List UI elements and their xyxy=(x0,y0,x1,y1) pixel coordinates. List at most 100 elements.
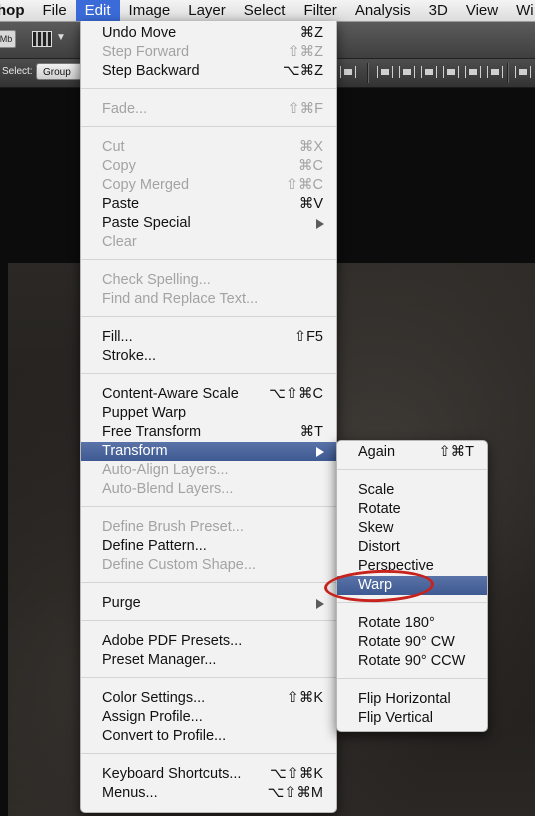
auto-select-dropdown[interactable]: Group xyxy=(36,63,82,80)
menu-item-label: Step Backward xyxy=(102,63,200,79)
menu-item-define-pattern[interactable]: Define Pattern... xyxy=(81,537,336,556)
align-icon[interactable] xyxy=(340,66,356,78)
shortcut-label: ⌥⇧⌘C xyxy=(269,386,323,402)
menu-item-preset-manager[interactable]: Preset Manager... xyxy=(81,651,336,670)
menubar-image[interactable]: Image xyxy=(120,0,180,21)
menu-item-define-brush: Define Brush Preset... xyxy=(81,518,336,537)
menu-item-assign-profile[interactable]: Assign Profile... xyxy=(81,708,336,727)
menu-item-label: Define Custom Shape... xyxy=(102,557,256,573)
menu-separator xyxy=(81,88,336,89)
menu-item-rotate-90-cw[interactable]: Rotate 90° CW xyxy=(337,633,487,652)
shortcut-label: ⇧⌘C xyxy=(285,177,323,193)
menu-item-label: Paste xyxy=(102,196,140,212)
menubar-layer[interactable]: Layer xyxy=(179,0,235,21)
distribute-center-icon[interactable] xyxy=(399,66,415,78)
menu-item-label: Free Transform xyxy=(102,424,202,440)
menu-item-keyboard-shortcuts[interactable]: Keyboard Shortcuts... ⌥⇧⌘K xyxy=(81,765,336,784)
menu-item-cut: Cut ⌘X xyxy=(81,138,336,157)
menu-item-label: Auto-Align Layers... xyxy=(102,462,229,478)
chevron-down-icon[interactable]: ▼ xyxy=(56,32,66,43)
menu-item-again[interactable]: Again ⇧⌘T xyxy=(337,443,487,462)
menubar-analysis[interactable]: Analysis xyxy=(346,0,420,21)
menu-item-pdf-presets[interactable]: Adobe PDF Presets... xyxy=(81,632,336,651)
menu-item-label: Clear xyxy=(102,234,137,250)
menu-separator xyxy=(81,259,336,260)
menubar-3d[interactable]: 3D xyxy=(420,0,457,21)
distribute-right-icon[interactable] xyxy=(487,66,503,78)
menu-item-label: Rotate 180° xyxy=(358,615,435,631)
menu-item-label: Scale xyxy=(358,482,395,498)
menu-item-convert-profile[interactable]: Convert to Profile... xyxy=(81,727,336,746)
distribute-left-icon[interactable] xyxy=(443,66,459,78)
menubar-file[interactable]: File xyxy=(34,0,76,21)
menu-separator xyxy=(81,316,336,317)
menu-item-label: Paste Special xyxy=(102,215,191,231)
menu-item-scale[interactable]: Scale xyxy=(337,481,487,500)
menu-separator xyxy=(81,582,336,583)
menu-item-rotate[interactable]: Rotate xyxy=(337,500,487,519)
menubar-edit[interactable]: Edit xyxy=(75,0,120,21)
toolbar-divider xyxy=(367,63,369,83)
menubar-app-name[interactable]: hop xyxy=(0,0,34,21)
menu-item-label: Copy xyxy=(102,158,136,174)
menu-item-distort[interactable]: Distort xyxy=(337,538,487,557)
menu-item-flip-horizontal[interactable]: Flip Horizontal xyxy=(337,690,487,709)
menubar-window[interactable]: Wi xyxy=(507,0,535,21)
menu-item-label: Undo Move xyxy=(102,25,177,41)
distribute-bottom-icon[interactable] xyxy=(421,66,437,78)
menu-item-label: Fill... xyxy=(102,329,133,345)
menu-item-label: Preset Manager... xyxy=(102,652,217,668)
menu-item-label: Stroke... xyxy=(102,348,156,364)
menu-item-skew[interactable]: Skew xyxy=(337,519,487,538)
shortcut-label: ⌥⇧⌘K xyxy=(269,766,323,782)
menu-item-transform[interactable]: Transform xyxy=(81,442,336,461)
menu-item-label: Fade... xyxy=(102,101,148,117)
menu-item-undo-move[interactable]: Undo Move ⌘Z xyxy=(81,24,336,43)
menu-item-label: Convert to Profile... xyxy=(102,728,227,744)
menu-item-label: Check Spelling... xyxy=(102,272,211,288)
menu-item-label: Again xyxy=(358,444,396,460)
menu-item-label: Skew xyxy=(358,520,394,536)
menu-item-label: Rotate 90° CCW xyxy=(358,653,466,669)
menu-item-step-backward[interactable]: Step Backward ⌥⌘Z xyxy=(81,62,336,81)
edit-menu: Undo Move ⌘Z Step Forward ⇧⌘Z Step Backwar… xyxy=(80,21,337,813)
menu-item-content-aware-scale[interactable]: Content-Aware Scale ⌥⇧⌘C xyxy=(81,385,336,404)
menu-item-label: Menus... xyxy=(102,785,158,801)
menu-item-label: Purge xyxy=(102,595,141,611)
menu-item-paste-special[interactable]: Paste Special xyxy=(81,214,336,233)
menu-item-rotate-90-ccw[interactable]: Rotate 90° CCW xyxy=(337,652,487,671)
menu-item-menus[interactable]: Menus... ⌥⇧⌘M xyxy=(81,784,336,803)
menu-item-label: Transform xyxy=(102,443,168,459)
menu-item-rotate-180[interactable]: Rotate 180° xyxy=(337,614,487,633)
menu-item-warp[interactable]: Warp xyxy=(337,576,487,595)
minibridge-icon[interactable]: Mb xyxy=(0,30,16,48)
menu-item-label: Define Pattern... xyxy=(102,538,207,554)
menubar-view[interactable]: View xyxy=(457,0,507,21)
shortcut-label: ⇧⌘F xyxy=(287,101,323,117)
distribute-hcenter-icon[interactable] xyxy=(465,66,481,78)
menu-item-puppet-warp[interactable]: Puppet Warp xyxy=(81,404,336,423)
menu-item-free-transform[interactable]: Free Transform ⌘T xyxy=(81,423,336,442)
menu-item-label: Copy Merged xyxy=(102,177,190,193)
shortcut-label: ⌥⌘Z xyxy=(282,63,323,79)
menu-item-find-replace: Find and Replace Text... xyxy=(81,290,336,309)
menubar-select[interactable]: Select xyxy=(235,0,295,21)
menu-item-paste[interactable]: Paste ⌘V xyxy=(81,195,336,214)
shortcut-label: ⌘Z xyxy=(299,25,323,41)
filmstrip-icon[interactable] xyxy=(32,31,52,47)
menubar-filter[interactable]: Filter xyxy=(294,0,345,21)
menu-item-label: Warp xyxy=(358,577,393,593)
menu-item-auto-blend: Auto-Blend Layers... xyxy=(81,480,336,499)
distribute-top-icon[interactable] xyxy=(377,66,393,78)
menu-separator xyxy=(337,469,487,470)
menu-item-stroke[interactable]: Stroke... xyxy=(81,347,336,366)
shortcut-label: ⇧⌘Z xyxy=(287,44,323,60)
menu-item-label: Perspective xyxy=(358,558,434,574)
menu-item-color-settings[interactable]: Color Settings... ⇧⌘K xyxy=(81,689,336,708)
menu-item-flip-vertical[interactable]: Flip Vertical xyxy=(337,709,487,728)
menu-item-purge[interactable]: Purge xyxy=(81,594,336,613)
menu-item-label: Define Brush Preset... xyxy=(102,519,244,535)
menu-item-fill[interactable]: Fill... ⇧F5 xyxy=(81,328,336,347)
menu-item-perspective[interactable]: Perspective xyxy=(337,557,487,576)
auto-align-icon[interactable] xyxy=(515,66,531,78)
